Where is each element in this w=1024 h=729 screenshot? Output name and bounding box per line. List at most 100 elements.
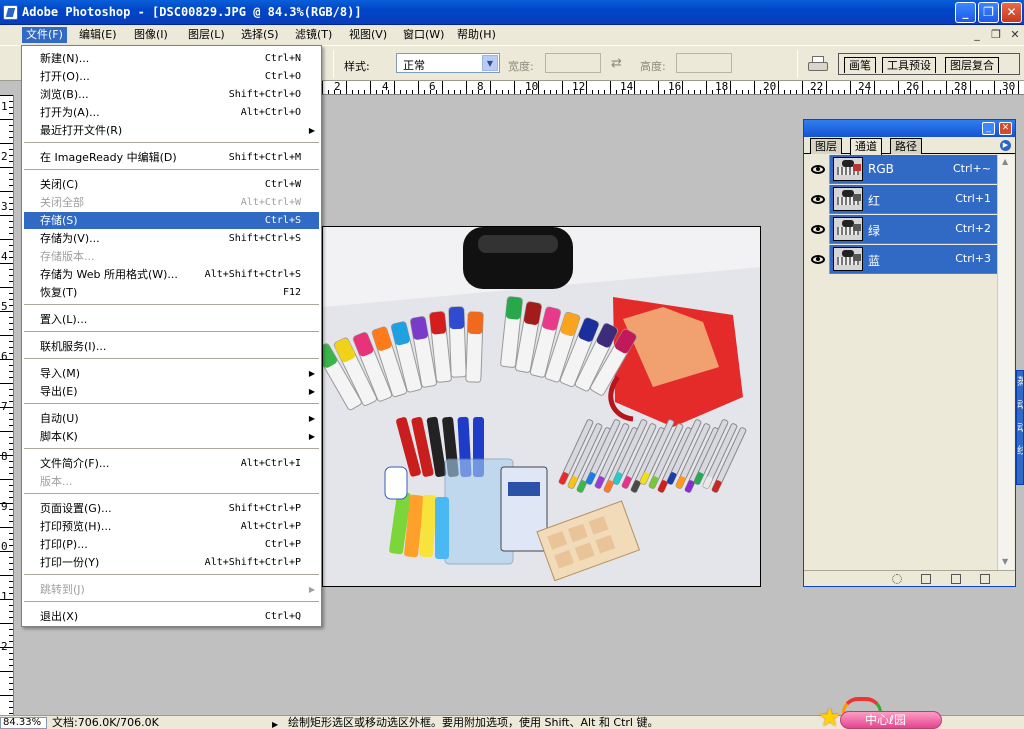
channel-row-rgb[interactable]: RGB Ctrl+~ [806, 155, 997, 184]
file-menu-item-open-as[interactable]: 打开为(A)... Alt+Ctrl+O [24, 104, 319, 121]
collapsed-palette-strip[interactable]: 蒸 动 动 线 [1016, 370, 1024, 485]
file-menu-item-print-preview[interactable]: 打印预览(H)... Alt+Ctrl+P [24, 518, 319, 535]
well-tab-tool-presets[interactable]: 工具预设 [882, 57, 936, 73]
trash-icon[interactable] [980, 574, 990, 584]
file-menu-item-save-as[interactable]: 存储为(V)... Shift+Ctrl+S [24, 230, 319, 247]
chevron-down-icon[interactable]: ▼ [482, 55, 498, 71]
swap-icon[interactable]: ⇄ [611, 56, 622, 71]
scroll-down-icon[interactable]: ▼ [1002, 557, 1008, 566]
save-selection-icon[interactable] [921, 574, 931, 584]
palette-menu-icon[interactable]: ▶ [1000, 140, 1011, 151]
scroll-up-icon[interactable]: ▲ [1002, 157, 1008, 166]
menu-file[interactable]: 文件(F) [22, 27, 67, 43]
menu-separator [24, 601, 319, 603]
image-canvas[interactable] [322, 226, 761, 587]
well-tab-brushes[interactable]: 画笔 [844, 57, 876, 73]
visibility-toggle[interactable] [806, 215, 830, 244]
options-separator [797, 50, 798, 78]
menu-filter[interactable]: 滤镜(T) [291, 27, 336, 43]
ruler-tick [484, 90, 485, 94]
ruler-tick [850, 81, 851, 94]
file-menu-item-new[interactable]: 新建(N)... Ctrl+N [24, 50, 319, 67]
file-menu-item-print[interactable]: 打印(P)... Ctrl+P [24, 536, 319, 553]
ruler-tick [694, 90, 695, 94]
menu-layer[interactable]: 图层(L) [184, 27, 229, 43]
ruler-tick [9, 653, 13, 654]
menu-help[interactable]: 帮助(H) [453, 27, 500, 43]
visibility-toggle[interactable] [806, 185, 830, 214]
file-menu-item-versions[interactable]: 版本... [24, 473, 319, 490]
file-menu-item-save-for-web[interactable]: 存储为 Web 所用格式(W)... Alt+Shift+Ctrl+S [24, 266, 319, 283]
file-menu-item-save[interactable]: 存储(S) Ctrl+S [24, 212, 319, 229]
doc-minimize-icon[interactable]: _ [970, 28, 984, 42]
channel-row-green[interactable]: 绿 Ctrl+2 [806, 215, 997, 244]
channel-row-red[interactable]: 红 Ctrl+1 [806, 185, 997, 214]
file-menu-item-close[interactable]: 关闭(C) Ctrl+W [24, 176, 319, 193]
maximize-button[interactable]: ❐ [978, 2, 999, 23]
file-menu-item-jump-to[interactable]: 跳转到(J) ▶ [24, 581, 319, 598]
printer-icon[interactable] [807, 55, 829, 73]
ruler-tick [9, 419, 13, 420]
file-menu-item-file-info[interactable]: 文件简介(F)... Alt+Ctrl+I [24, 455, 319, 472]
well-tab-layer-comps[interactable]: 图层复合 [945, 57, 999, 73]
ruler-tick [0, 431, 13, 432]
file-menu-item-exit[interactable]: 退出(X) Ctrl+Q [24, 608, 319, 625]
status-menu-arrow-icon[interactable]: ▶ [272, 718, 278, 729]
ruler-tick [988, 90, 989, 94]
menu-window[interactable]: 窗口(W) [399, 27, 448, 43]
file-menu-item-edit-in-imageready[interactable]: 在 ImageReady 中编辑(D) Shift+Ctrl+M [24, 149, 319, 166]
file-menu-item-open[interactable]: 打开(O)... Ctrl+O [24, 68, 319, 85]
ruler-number: 4 [1, 250, 8, 263]
ruler-tick [472, 90, 473, 94]
palette-title-bar[interactable]: _ ✕ [804, 120, 1015, 137]
tab-channels[interactable]: 通道 [850, 138, 882, 155]
file-menu-item-online-services[interactable]: 联机服务(I)... [24, 338, 319, 355]
menu-item-label: 浏览(B)... [40, 88, 89, 101]
height-field[interactable] [676, 53, 732, 73]
visibility-toggle[interactable] [806, 245, 830, 274]
ruler-tick [982, 90, 983, 94]
palette-scrollbar[interactable]: ▲ ▼ [997, 155, 1014, 570]
menu-select[interactable]: 选择(S) [237, 27, 283, 43]
ruler-number: 30 [1002, 81, 1016, 93]
menu-edit[interactable]: 编辑(E) [75, 27, 121, 43]
load-selection-icon[interactable] [892, 574, 902, 584]
tab-layers[interactable]: 图层 [810, 138, 842, 154]
file-menu-item-browse[interactable]: 浏览(B)... Shift+Ctrl+O [24, 86, 319, 103]
ruler-tick [9, 707, 13, 708]
style-select[interactable]: 正常 ▼ [396, 53, 500, 73]
doc-restore-icon[interactable]: ❐ [989, 28, 1003, 42]
new-channel-icon[interactable] [951, 574, 961, 584]
menu-item-shortcut: Ctrl+Q [264, 611, 301, 622]
file-menu-item-import[interactable]: 导入(M) ▶ [24, 365, 319, 382]
file-menu-item-scripts[interactable]: 脚本(K) ▶ [24, 428, 319, 445]
zoom-field[interactable]: 84.33% [0, 717, 47, 729]
file-menu-item-close-all[interactable]: 关闭全部 Alt+Ctrl+W [24, 194, 319, 211]
ruler-number: 6 [1, 350, 8, 363]
file-menu-item-recent-files[interactable]: 最近打开文件(R) ▶ [24, 122, 319, 139]
photoshop-logo-icon[interactable] [3, 5, 18, 20]
file-menu-item-page-setup[interactable]: 页面设置(G)... Shift+Ctrl+P [24, 500, 319, 517]
file-menu-item-print-one-copy[interactable]: 打印一份(Y) Alt+Shift+Ctrl+P [24, 554, 319, 571]
visibility-toggle[interactable] [806, 155, 830, 184]
menu-view[interactable]: 视图(V) [345, 27, 391, 43]
menu-separator [24, 574, 319, 576]
close-button[interactable]: ✕ [1001, 2, 1022, 23]
minimize-button[interactable]: _ [955, 2, 976, 23]
ruler-tick [9, 587, 13, 588]
menu-image[interactable]: 图像(I) [130, 27, 172, 43]
ruler-tick [9, 533, 13, 534]
file-menu-item-revert[interactable]: 恢复(T) F12 [24, 284, 319, 301]
channel-row-blue[interactable]: 蓝 Ctrl+3 [806, 245, 997, 274]
file-menu-item-place[interactable]: 置入(L)... [24, 311, 319, 328]
file-menu-item-export[interactable]: 导出(E) ▶ [24, 383, 319, 400]
eye-icon [811, 195, 825, 204]
palette-close-button[interactable]: ✕ [999, 122, 1012, 135]
doc-close-icon[interactable]: ✕ [1008, 28, 1022, 42]
tab-paths[interactable]: 路径 [890, 138, 922, 154]
file-menu-item-automate[interactable]: 自动(U) ▶ [24, 410, 319, 427]
file-menu-item-save-version[interactable]: 存储版本... [24, 248, 319, 265]
ruler-number: 3 [1, 200, 8, 213]
width-field[interactable] [545, 53, 601, 73]
palette-minimize-button[interactable]: _ [982, 122, 995, 135]
